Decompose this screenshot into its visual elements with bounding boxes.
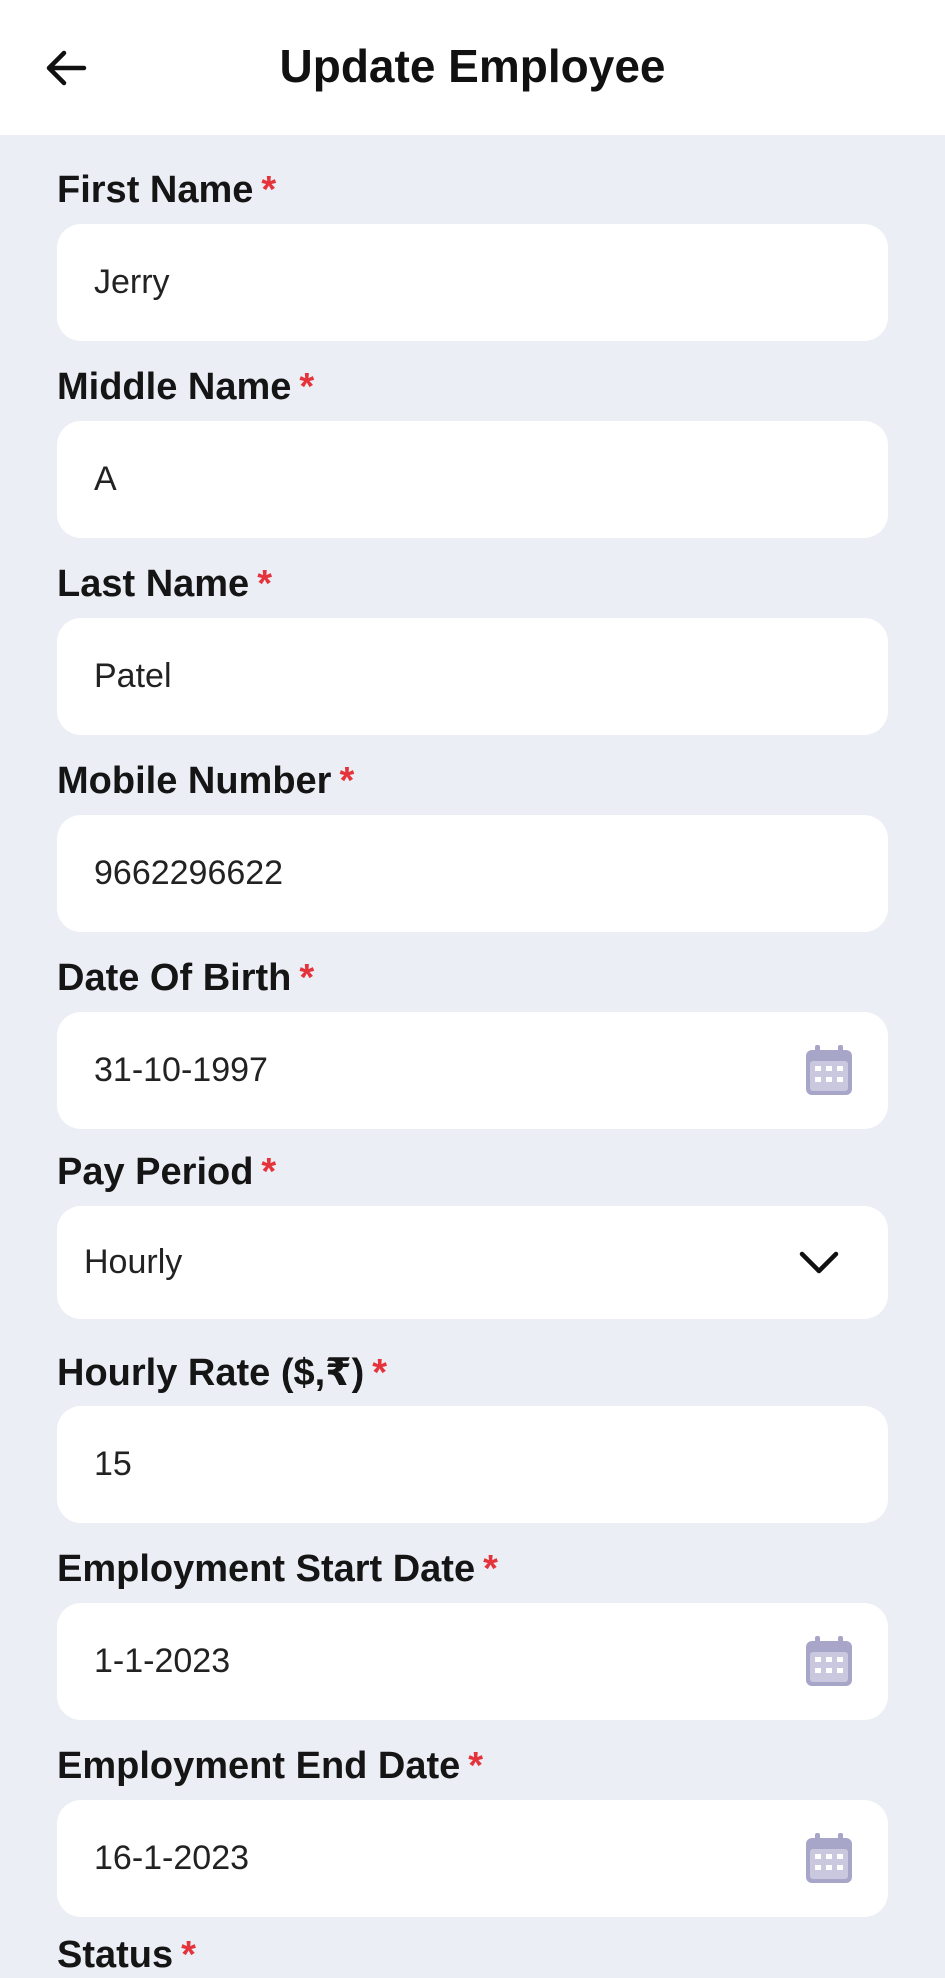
- required-asterisk: *: [339, 760, 355, 802]
- date-of-birth-value: 31-10-1997: [94, 1051, 268, 1089]
- middle-name-label: Middle Name *: [57, 366, 315, 408]
- middle-name-value: A: [94, 460, 117, 498]
- page-title: Update Employee: [279, 40, 666, 92]
- required-asterisk: *: [372, 1352, 388, 1394]
- pay-period-value: Hourly: [84, 1243, 183, 1281]
- required-asterisk: *: [299, 366, 315, 408]
- date-of-birth-input[interactable]: 31-10-1997: [57, 1012, 888, 1129]
- app-header: Update Employee: [0, 0, 945, 135]
- date-of-birth-label: Date Of Birth *: [57, 957, 315, 999]
- mobile-number-label: Mobile Number *: [57, 760, 355, 802]
- hourly-rate-input[interactable]: 15: [57, 1406, 888, 1523]
- required-asterisk: *: [299, 957, 315, 999]
- calendar-icon[interactable]: [806, 1045, 852, 1095]
- chevron-down-icon: [799, 1251, 839, 1274]
- last-name-input[interactable]: Patel: [57, 618, 888, 735]
- first-name-input[interactable]: Jerry: [57, 224, 888, 341]
- first-name-value: Jerry: [94, 263, 170, 301]
- employment-end-date-value: 16-1-2023: [94, 1839, 250, 1877]
- calendar-icon[interactable]: [806, 1636, 852, 1686]
- last-name-label: Last Name *: [57, 563, 272, 605]
- hourly-rate-label: Hourly Rate ($,₹) *: [57, 1352, 388, 1394]
- first-name-label: First Name *: [57, 169, 277, 211]
- required-asterisk: *: [257, 563, 272, 605]
- middle-name-input[interactable]: A: [57, 421, 888, 538]
- required-asterisk: *: [261, 1151, 277, 1193]
- required-asterisk: *: [483, 1548, 498, 1590]
- required-asterisk: *: [261, 169, 277, 211]
- pay-period-select[interactable]: Hourly: [57, 1206, 888, 1319]
- calendar-icon[interactable]: [806, 1833, 852, 1883]
- status-label: Status *: [57, 1934, 196, 1976]
- mobile-number-input[interactable]: 9662296622: [57, 815, 888, 932]
- hourly-rate-value: 15: [94, 1445, 132, 1483]
- required-asterisk: *: [468, 1745, 484, 1787]
- pay-period-label: Pay Period *: [57, 1151, 277, 1193]
- employment-end-date-label: Employment End Date *: [57, 1745, 484, 1787]
- employment-start-date-label: Employment Start Date *: [57, 1548, 498, 1590]
- required-asterisk: *: [181, 1934, 196, 1976]
- employment-end-date-input[interactable]: 16-1-2023: [57, 1800, 888, 1917]
- last-name-value: Patel: [94, 657, 172, 695]
- employment-start-date-input[interactable]: 1-1-2023: [57, 1603, 888, 1720]
- employment-start-date-value: 1-1-2023: [94, 1642, 231, 1680]
- mobile-number-value: 9662296622: [94, 854, 284, 892]
